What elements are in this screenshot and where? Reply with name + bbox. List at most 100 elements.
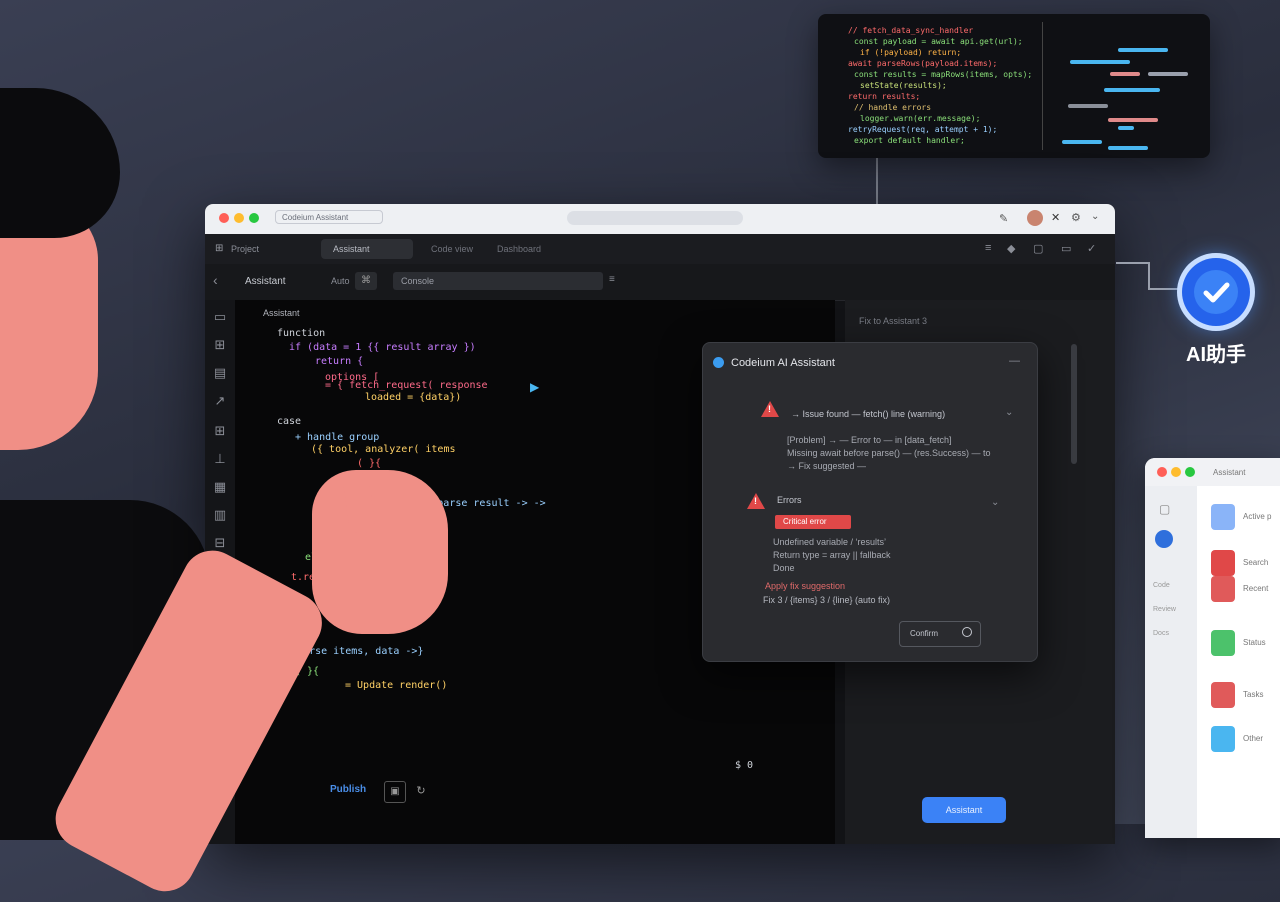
side-rail-label[interactable]: Review (1153, 606, 1176, 613)
browser-title-bar: Codeium Assistant ✎ ✕ ⚙ ⌄ (205, 204, 1115, 234)
ai-assistant-popup: Codeium AI Assistant — ! → Issue found —… (702, 342, 1038, 662)
grid-view-icon[interactable]: ⊞ (213, 424, 227, 438)
chevron-down-icon[interactable]: ⌄ (1005, 407, 1013, 418)
right-panel-header: Fix to Assistant 3 (859, 316, 928, 326)
code-card-connector (876, 158, 878, 206)
ai-assistant-badge[interactable] (1182, 258, 1250, 326)
assistant-button[interactable]: Assistant (922, 797, 1006, 823)
database-icon[interactable]: ▥ (213, 508, 227, 522)
maximize-dot[interactable] (249, 213, 259, 223)
fix-title: Apply fix suggestion (765, 581, 846, 591)
side-rail-label[interactable]: Code (1153, 582, 1170, 589)
code-line[interactable]: loaded = {data}) (365, 392, 461, 404)
grid-icon[interactable]: ⊞ (215, 243, 223, 254)
copy-icon[interactable]: ▢ (1033, 242, 1043, 255)
side-list-item[interactable]: Tasks (1205, 678, 1280, 714)
play-icon[interactable]: ▶ (530, 380, 539, 394)
settings-icon[interactable]: ⚙ (1071, 211, 1081, 224)
side-rail-label[interactable]: Docs (1153, 630, 1169, 637)
code-card-line: export default handler; (854, 136, 965, 145)
side-item-label: Search (1243, 558, 1269, 567)
confirm-button[interactable]: Confirm (899, 621, 981, 647)
status-indicator: $ 0 (735, 760, 754, 771)
minimize-dot[interactable] (1171, 467, 1181, 477)
issue-1-summary: → Issue found — fetch() line (warning) (791, 409, 946, 419)
code-line[interactable]: return { (315, 356, 363, 368)
fix-detail: Fix 3 / {items} 3 / {line} (auto fix) (763, 595, 891, 605)
warning-icon: ! (761, 401, 779, 417)
maximize-dot[interactable] (1185, 467, 1195, 477)
debug-icon[interactable]: ⊥ (213, 452, 227, 466)
ai-badge-label: AI助手 (1186, 344, 1246, 366)
layers-icon[interactable]: ▤ (213, 366, 227, 380)
person-hair (0, 88, 120, 238)
chevron-down-icon[interactable]: ⌄ (991, 497, 999, 508)
error-badge: Critical error (775, 515, 851, 529)
side-window-title: Assistant (1213, 468, 1246, 477)
code-line[interactable]: = { fetch_request( response (325, 380, 488, 392)
mode-selector[interactable]: Auto (331, 276, 350, 286)
side-item-label: Tasks (1243, 690, 1264, 699)
project-menu[interactable]: Project (231, 244, 259, 254)
floating-code-card: // fetch_data_sync_handler const payload… (818, 14, 1210, 158)
toolbar: ‹ Assistant Auto ⌘ Console ≡ (205, 264, 1115, 301)
publish-button[interactable]: Publish (330, 778, 382, 802)
editor-file-label: Assistant (263, 308, 300, 318)
code-line[interactable]: + handle group (295, 432, 379, 444)
save-icon[interactable]: ▣ (384, 781, 406, 803)
close-dot[interactable] (1157, 467, 1167, 477)
side-list-item[interactable]: Status (1205, 626, 1280, 662)
files-icon[interactable]: ▢ (1159, 502, 1170, 516)
tab-code-view[interactable]: Code view (431, 244, 473, 254)
chevron-down-icon[interactable]: ⌄ (1091, 211, 1099, 222)
side-list-item[interactable]: Active p (1205, 500, 1280, 536)
minimize-dot[interactable] (234, 213, 244, 223)
list-icon[interactable]: ≡ (985, 242, 991, 254)
item-color-swatch (1211, 726, 1235, 752)
side-list-item[interactable]: Recent (1205, 572, 1280, 608)
code-line[interactable]: if (data = 1 {{ result array }) (289, 342, 476, 354)
code-card-line: await parseRows(payload.items); (848, 59, 998, 68)
item-color-swatch (1211, 630, 1235, 656)
side-item-label: Status (1243, 638, 1266, 647)
code-line[interactable]: ( }{ (357, 458, 381, 470)
tab-assistant[interactable]: Assistant (321, 239, 413, 259)
side-window: Assistant ▢ Code Review Docs Active p Sea… (1145, 458, 1280, 838)
command-button[interactable]: ⌘ (355, 272, 377, 290)
tree-icon[interactable]: ⊞ (213, 338, 227, 352)
close-dot[interactable] (219, 213, 229, 223)
browser-search-pill[interactable] (567, 211, 743, 225)
share-icon[interactable]: ↗ (213, 394, 227, 408)
badge-connector (1148, 288, 1186, 290)
code-card-line: // handle errors (854, 103, 932, 112)
terminal-icon[interactable]: ▦ (213, 480, 227, 494)
filter-icon[interactable]: ≡ (609, 274, 615, 285)
sync-icon[interactable]: ↻ (412, 781, 430, 801)
files-icon[interactable]: ▭ (213, 310, 227, 324)
address-bar[interactable]: Codeium Assistant (275, 210, 383, 224)
code-card-line: const results = mapRows(items, opts); (854, 70, 1033, 79)
tag-icon[interactable]: ◆ (1007, 242, 1015, 255)
side-item-label: Recent (1243, 584, 1269, 593)
scrollbar[interactable] (1071, 344, 1077, 464)
side-list-item[interactable]: Other (1205, 722, 1280, 758)
code-line[interactable]: = Update render() (345, 680, 447, 692)
tab-dashboard[interactable]: Dashboard (497, 244, 541, 254)
code-card-line: retryRequest(req, attempt + 1); (848, 125, 998, 134)
code-line[interactable]: function (277, 328, 325, 340)
code-card-line: if (!payload) return; (860, 48, 962, 57)
extensions-icon[interactable]: ⊟ (213, 536, 227, 550)
comment-icon[interactable]: ▭ (1061, 242, 1071, 255)
toolbar-title: Assistant (245, 276, 286, 287)
edit-icon[interactable]: ✎ (999, 212, 1008, 225)
avatar[interactable] (1027, 210, 1043, 226)
back-icon[interactable]: ‹ (213, 272, 218, 288)
check-icon[interactable]: ✓ (1087, 242, 1096, 255)
code-card-line: // fetch_data_sync_handler (848, 26, 974, 35)
close-icon[interactable]: ✕ (1051, 211, 1060, 224)
minimize-icon[interactable]: — (1009, 355, 1020, 367)
active-nav-icon[interactable] (1155, 530, 1173, 548)
search-input[interactable]: Console (393, 272, 603, 290)
code-line[interactable]: ({ tool, analyzer( items (311, 444, 456, 456)
code-line[interactable]: case (277, 416, 301, 428)
